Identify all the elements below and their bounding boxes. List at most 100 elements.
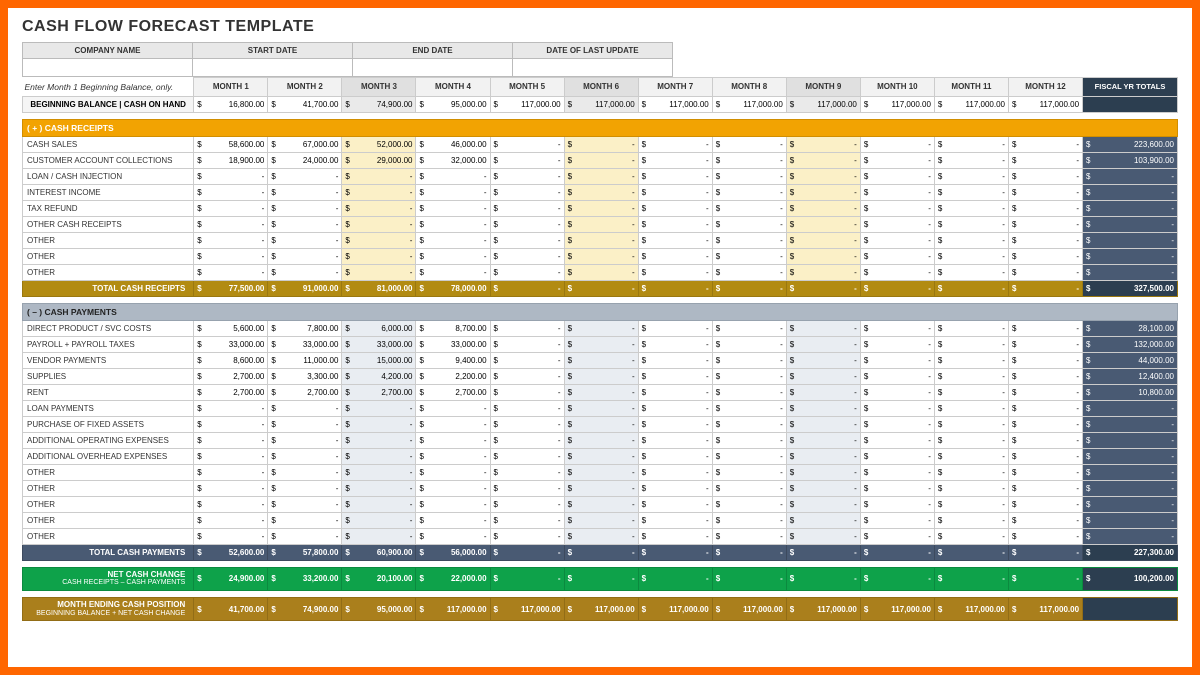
month-cell[interactable]: - — [564, 400, 638, 416]
month-cell[interactable]: - — [564, 480, 638, 496]
month-cell[interactable]: - — [712, 448, 786, 464]
month-cell[interactable]: - — [1008, 464, 1082, 480]
month-cell[interactable]: - — [712, 496, 786, 512]
month-cell[interactable]: 16,800.00 — [194, 96, 268, 112]
month-cell[interactable]: - — [490, 368, 564, 384]
month-cell[interactable]: - — [712, 320, 786, 336]
month-cell[interactable]: - — [860, 400, 934, 416]
month-cell[interactable]: - — [490, 512, 564, 528]
month-cell[interactable]: - — [564, 232, 638, 248]
fy-cell[interactable]: - — [1083, 528, 1178, 544]
month-cell[interactable]: - — [416, 248, 490, 264]
month-cell[interactable]: - — [786, 528, 860, 544]
fy-cell[interactable]: 12,400.00 — [1083, 368, 1178, 384]
meta-start-input[interactable] — [193, 59, 353, 77]
month-cell[interactable]: - — [342, 528, 416, 544]
month-cell[interactable]: - — [860, 184, 934, 200]
month-cell[interactable]: 58,600.00 — [194, 136, 268, 152]
month-cell[interactable]: - — [490, 464, 564, 480]
month-cell[interactable]: - — [860, 464, 934, 480]
fy-cell[interactable]: - — [1083, 168, 1178, 184]
month-cell[interactable]: - — [934, 432, 1008, 448]
month-cell[interactable]: - — [934, 368, 1008, 384]
month-cell[interactable]: - — [564, 528, 638, 544]
month-cell[interactable]: - — [194, 400, 268, 416]
month-cell[interactable]: 2,700.00 — [268, 384, 342, 400]
meta-end-input[interactable] — [353, 59, 513, 77]
month-cell[interactable]: - — [564, 264, 638, 280]
month-cell[interactable]: - — [416, 216, 490, 232]
month-cell[interactable]: - — [934, 168, 1008, 184]
month-cell[interactable]: 7,800.00 — [268, 320, 342, 336]
month-cell[interactable]: - — [712, 264, 786, 280]
month-cell[interactable]: - — [268, 248, 342, 264]
month-cell[interactable]: - — [490, 136, 564, 152]
month-cell[interactable]: - — [416, 528, 490, 544]
fy-cell[interactable]: 132,000.00 — [1083, 336, 1178, 352]
month-cell[interactable]: - — [934, 352, 1008, 368]
month-cell[interactable]: - — [860, 216, 934, 232]
month-cell[interactable]: - — [786, 567, 860, 590]
month-cell[interactable]: - — [194, 200, 268, 216]
month-cell[interactable]: - — [564, 448, 638, 464]
month-cell[interactable]: - — [268, 168, 342, 184]
month-cell[interactable]: - — [1008, 232, 1082, 248]
month-cell[interactable]: 32,000.00 — [416, 152, 490, 168]
month-cell[interactable]: - — [1008, 567, 1082, 590]
month-cell[interactable]: - — [194, 264, 268, 280]
month-cell[interactable]: - — [564, 368, 638, 384]
month-cell[interactable]: - — [638, 248, 712, 264]
month-cell[interactable]: - — [934, 400, 1008, 416]
month-cell[interactable]: 41,700.00 — [268, 96, 342, 112]
month-cell[interactable]: 117,000.00 — [860, 597, 934, 620]
month-cell[interactable]: - — [1008, 496, 1082, 512]
month-cell[interactable]: - — [934, 480, 1008, 496]
month-cell[interactable]: 117,000.00 — [786, 597, 860, 620]
month-cell[interactable]: - — [268, 448, 342, 464]
month-cell[interactable]: - — [490, 480, 564, 496]
month-cell[interactable]: - — [268, 264, 342, 280]
month-cell[interactable]: 2,700.00 — [416, 384, 490, 400]
month-cell[interactable]: - — [342, 216, 416, 232]
month-cell[interactable]: - — [268, 400, 342, 416]
month-cell[interactable]: - — [860, 512, 934, 528]
month-cell[interactable]: - — [712, 248, 786, 264]
month-cell[interactable]: 2,700.00 — [342, 384, 416, 400]
month-cell[interactable]: - — [268, 464, 342, 480]
month-cell[interactable]: - — [712, 567, 786, 590]
month-cell[interactable]: - — [786, 184, 860, 200]
month-cell[interactable]: - — [342, 168, 416, 184]
month-cell[interactable]: - — [1008, 184, 1082, 200]
month-cell[interactable]: - — [268, 480, 342, 496]
month-cell[interactable]: - — [786, 496, 860, 512]
month-cell[interactable]: - — [638, 512, 712, 528]
month-cell[interactable]: 67,000.00 — [268, 136, 342, 152]
month-cell[interactable]: - — [564, 336, 638, 352]
month-cell[interactable]: - — [564, 168, 638, 184]
fy-cell[interactable]: - — [1083, 432, 1178, 448]
month-cell[interactable]: - — [490, 232, 564, 248]
month-cell[interactable]: - — [194, 232, 268, 248]
month-cell[interactable]: 2,700.00 — [194, 384, 268, 400]
month-cell[interactable]: - — [490, 248, 564, 264]
month-cell[interactable]: - — [860, 384, 934, 400]
month-cell[interactable]: - — [564, 496, 638, 512]
month-cell[interactable]: 41,700.00 — [194, 597, 268, 620]
month-cell[interactable]: - — [638, 232, 712, 248]
month-cell[interactable]: - — [638, 168, 712, 184]
month-cell[interactable]: - — [194, 168, 268, 184]
month-cell[interactable]: 33,000.00 — [268, 336, 342, 352]
month-cell[interactable]: 46,000.00 — [416, 136, 490, 152]
fy-cell[interactable]: 227,300.00 — [1083, 544, 1178, 560]
month-cell[interactable]: - — [786, 248, 860, 264]
month-cell[interactable]: - — [268, 416, 342, 432]
month-cell[interactable]: - — [638, 384, 712, 400]
month-cell[interactable]: - — [934, 464, 1008, 480]
month-cell[interactable]: - — [712, 352, 786, 368]
month-cell[interactable]: - — [490, 320, 564, 336]
month-cell[interactable]: - — [490, 336, 564, 352]
month-cell[interactable]: 117,000.00 — [712, 96, 786, 112]
month-cell[interactable]: - — [786, 232, 860, 248]
month-cell[interactable]: - — [194, 480, 268, 496]
month-cell[interactable]: 11,000.00 — [268, 352, 342, 368]
